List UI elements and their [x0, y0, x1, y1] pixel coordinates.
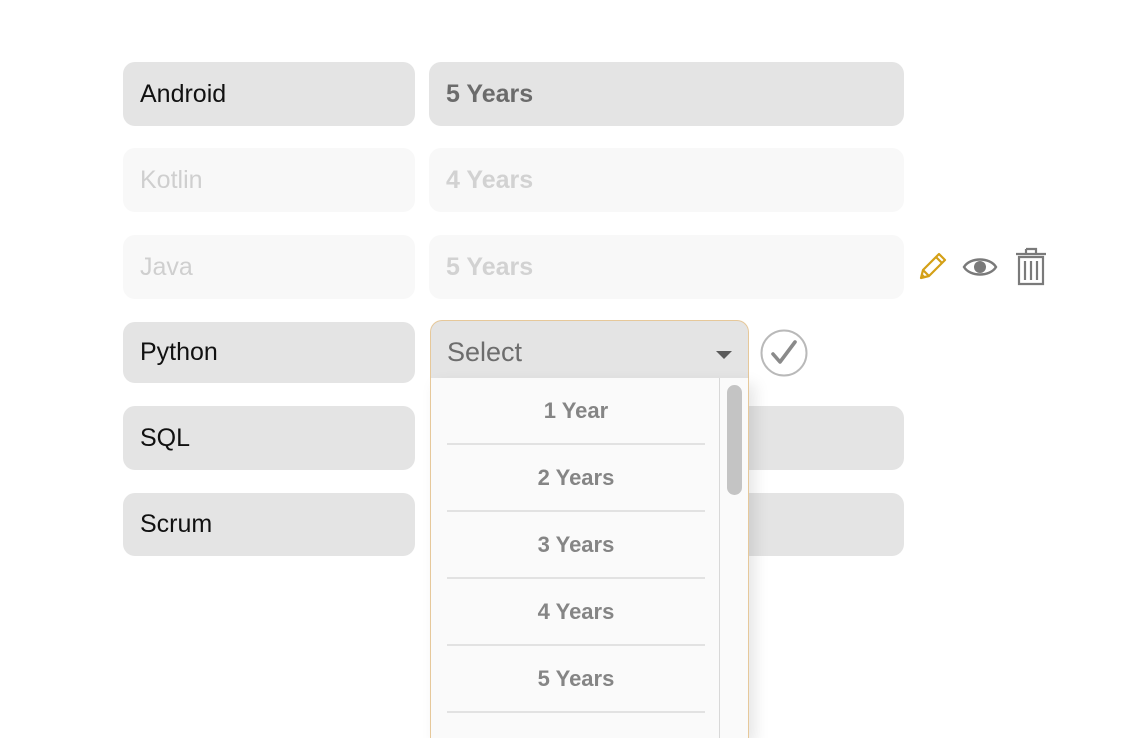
- option-1-year[interactable]: 1 Year: [447, 378, 705, 445]
- skill-label: Python: [140, 338, 218, 366]
- skill-field-sql[interactable]: SQL: [123, 406, 415, 470]
- skill-field-python[interactable]: Python: [123, 322, 415, 383]
- skill-field-android[interactable]: Android: [123, 62, 415, 126]
- skill-label: Scrum: [140, 510, 213, 538]
- skill-label: Java: [140, 252, 193, 281]
- checkmark-circle-icon[interactable]: [759, 329, 809, 384]
- experience-label: 5 Years: [446, 79, 534, 108]
- experience-dropdown-list[interactable]: 1 Year 2 Years 3 Years 4 Years 5 Years: [430, 378, 749, 738]
- option-5-years[interactable]: 5 Years: [447, 646, 705, 713]
- select-placeholder: Select: [447, 337, 523, 367]
- experience-label: 4 Years: [446, 165, 534, 194]
- option-3-years[interactable]: 3 Years: [447, 512, 705, 579]
- experience-field-kotlin[interactable]: 4 Years: [429, 148, 904, 212]
- dropdown-scrollbar[interactable]: [719, 378, 748, 738]
- option-2-years[interactable]: 2 Years: [447, 445, 705, 512]
- scrollbar-thumb[interactable]: [727, 385, 742, 495]
- eye-icon[interactable]: [962, 252, 998, 287]
- option-4-years[interactable]: 4 Years: [447, 579, 705, 646]
- chevron-down-icon: [716, 351, 732, 359]
- skill-label: Kotlin: [140, 165, 203, 194]
- skill-field-scrum[interactable]: Scrum: [123, 493, 415, 556]
- skill-field-kotlin[interactable]: Kotlin: [123, 148, 415, 212]
- skill-label: SQL: [140, 423, 191, 452]
- trash-icon[interactable]: [1014, 246, 1048, 291]
- skill-label: Android: [140, 79, 227, 108]
- experience-field-java[interactable]: 5 Years: [429, 235, 904, 299]
- pencil-icon[interactable]: [915, 250, 949, 289]
- experience-field-android[interactable]: 5 Years: [429, 62, 904, 126]
- experience-select[interactable]: Select: [430, 320, 749, 384]
- option-list: 1 Year 2 Years 3 Years 4 Years 5 Years: [447, 378, 705, 713]
- experience-label: 5 Years: [446, 252, 534, 281]
- skill-field-java[interactable]: Java: [123, 235, 415, 299]
